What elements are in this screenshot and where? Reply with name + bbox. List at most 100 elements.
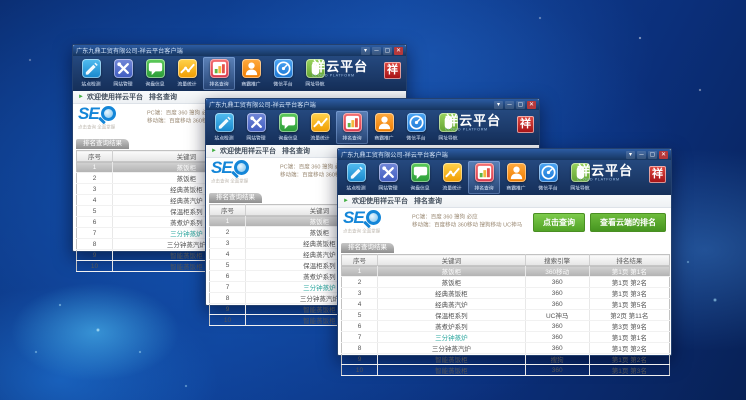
cell-no: 4: [342, 299, 378, 310]
rank-query-icon: [343, 113, 362, 132]
rank-query-icon: [210, 59, 229, 78]
toolbar-item-7[interactable]: 微信平台: [532, 161, 564, 194]
traffic-stats-icon: [178, 59, 197, 78]
maximize-button[interactable]: ▢: [648, 151, 657, 159]
minimize-button[interactable]: ─: [372, 47, 381, 55]
cell-no: 3: [342, 288, 378, 299]
table-row[interactable]: 8三分钟蒸汽炉360第1页 第2名: [342, 343, 670, 354]
toolbar-item-4[interactable]: 流量统计: [171, 57, 203, 90]
query-panel: SE 点击查询 全面掌握 PC端：百度 360 搜狗 必应 移动端：百度移动 3…: [338, 208, 671, 236]
cell-no: 3: [77, 184, 113, 195]
toolbar-item-label: 流量统计: [310, 134, 329, 141]
maximize-button[interactable]: ▢: [383, 47, 392, 55]
cell-keyword: 经典蒸饭柜: [378, 288, 526, 299]
brand-subtitle: CLOUD PLATFORM: [577, 178, 620, 182]
toolbar-item-7[interactable]: 微信平台: [400, 111, 432, 144]
toolbar-item-3[interactable]: 询盘信息: [404, 161, 436, 194]
table-row[interactable]: 10智能蒸饭柜360第1页 第3名: [342, 365, 670, 376]
cell-no: 2: [342, 277, 378, 288]
site-monitor-icon: [215, 113, 234, 132]
wechat-platform-icon: [407, 113, 426, 132]
close-button[interactable]: ✕: [659, 151, 668, 159]
toolbar-item-label: 网址导航: [570, 184, 589, 191]
cell-keyword: 智能蒸饭柜: [378, 354, 526, 365]
window-title: 广东九鼎工贸有限公司-祥云平台客户端: [209, 100, 460, 109]
table-row[interactable]: 4经典蒸汽炉360第1页 第5名: [342, 299, 670, 310]
site-manage-icon: [379, 163, 398, 182]
toolbar-item-2[interactable]: 网站管理: [240, 111, 272, 144]
minimize-button[interactable]: ─: [505, 101, 514, 109]
cell-no: 4: [210, 249, 246, 260]
brand-logo: 祥云平台 CLOUD PLATFORM 祥: [445, 114, 534, 134]
toolbar-item-label: 排名查询: [474, 184, 493, 191]
cell-no: 6: [77, 217, 113, 228]
cell-no: 9: [77, 250, 113, 261]
skin-button[interactable]: ▾: [361, 47, 370, 55]
toolbar-item-5[interactable]: 排名查询: [468, 161, 500, 194]
table-row[interactable]: 3经典蒸饭柜360第1页 第3名: [342, 288, 670, 299]
skin-button[interactable]: ▾: [626, 151, 635, 159]
skin-button[interactable]: ▾: [494, 101, 503, 109]
toolbar-item-5[interactable]: 排名查询: [336, 111, 368, 144]
toolbar-item-2[interactable]: 网站管理: [372, 161, 404, 194]
toolbar-item-5[interactable]: 排名查询: [203, 57, 235, 90]
tab-rank-results[interactable]: 排名查询结果: [341, 243, 394, 253]
table-row[interactable]: 7三分钟蒸炉360第1页 第1名: [342, 332, 670, 343]
cell-no: 6: [210, 271, 246, 282]
tab-rank-results[interactable]: 排名查询结果: [209, 193, 262, 203]
welcome-text: 欢迎使用祥云平台: [352, 196, 408, 206]
toolbar-item-4[interactable]: 流量统计: [436, 161, 468, 194]
toolbar-item-6[interactable]: 商霸推广: [368, 111, 400, 144]
table-row[interactable]: 5保温柜系列UC神马第2页 第11名: [342, 310, 670, 321]
toolbar-item-6[interactable]: 商霸推广: [500, 161, 532, 194]
toolbar-item-3[interactable]: 询盘信息: [272, 111, 304, 144]
mobile-engines-line: 移动端：百度移动 360移动 搜狗移动 UC神马: [412, 222, 522, 230]
table-row[interactable]: 2蒸饭柜360第1页 第2名: [342, 277, 670, 288]
close-button[interactable]: ✕: [394, 47, 403, 55]
window-title: 广东九鼎工贸有限公司-祥云平台客户端: [76, 46, 327, 55]
toolbar-item-4[interactable]: 流量统计: [304, 111, 336, 144]
cell-no: 3: [210, 238, 246, 249]
header-no: 序号: [210, 205, 246, 216]
toolbar-item-6[interactable]: 商霸推广: [235, 57, 267, 90]
brand-logo: 祥云平台 CLOUD PLATFORM 祥: [577, 164, 666, 184]
brand-logo: 祥云平台 CLOUD PLATFORM 祥: [312, 60, 401, 80]
query-button[interactable]: 点击查询: [533, 213, 585, 232]
header-rank: 排名结果: [589, 255, 669, 266]
toolbar-item-7[interactable]: 微信平台: [267, 57, 299, 90]
window-titlebar[interactable]: 广东九鼎工贸有限公司-祥云平台客户端 ▾ ─ ▢ ✕: [338, 149, 671, 160]
table-row[interactable]: 9智能蒸饭柜搜狗第1页 第2名: [342, 354, 670, 365]
toolbar-item-1[interactable]: 站点检测: [75, 57, 107, 90]
window-titlebar[interactable]: 广东九鼎工贸有限公司-祥云平台客户端 ▾ ─ ▢ ✕: [206, 99, 539, 110]
seo-logo: SE 点击查询 全面掌握: [343, 209, 407, 236]
breadcrumb: 排名查询: [149, 92, 177, 102]
cell-rank: 第1页 第2名: [589, 354, 669, 365]
minimize-button[interactable]: ─: [637, 151, 646, 159]
table-row[interactable]: 1蒸饭柜360移动第1页 第1名: [342, 266, 670, 277]
toolbar-item-3[interactable]: 询盘信息: [139, 57, 171, 90]
seo-slogan: 点击查询 全面掌握: [78, 123, 126, 130]
toolbar-items: 站点检测网站管理询盘信息流量统计排名查询商霸推广微信平台网址导航: [340, 160, 596, 195]
tab-rank-results[interactable]: 排名查询结果: [76, 139, 129, 149]
toolbar-item-label: 微信平台: [406, 134, 425, 141]
toolbar-item-2[interactable]: 网站管理: [107, 57, 139, 90]
view-cloud-rank-button[interactable]: 查看云端的排名: [590, 213, 666, 232]
toolbar-item-label: 微信平台: [273, 80, 292, 87]
cell-rank: 第1页 第3名: [589, 288, 669, 299]
traffic-stats-icon: [443, 163, 462, 182]
cell-no: 10: [77, 261, 113, 272]
table-row[interactable]: 6蒸煮炉系列360第3页 第9名: [342, 321, 670, 332]
cell-keyword: 智能蒸饭柜: [378, 365, 526, 376]
header-keyword: 关键词: [378, 255, 526, 266]
close-button[interactable]: ✕: [527, 101, 536, 109]
cell-no: 9: [210, 304, 246, 315]
window-titlebar[interactable]: 广东九鼎工贸有限公司-祥云平台客户端 ▾ ─ ▢ ✕: [73, 45, 406, 56]
main-toolbar: 站点检测网站管理询盘信息流量统计排名查询商霸推广微信平台网址导航 祥云平台 CL…: [206, 110, 539, 145]
toolbar-item-label: 站点检测: [214, 134, 233, 141]
maximize-button[interactable]: ▢: [516, 101, 525, 109]
toolbar-item-1[interactable]: 站点检测: [340, 161, 372, 194]
toolbar-item-label: 商霸推广: [374, 134, 393, 141]
cell-no: 5: [342, 310, 378, 321]
toolbar-item-1[interactable]: 站点检测: [208, 111, 240, 144]
cell-rank: 第1页 第3名: [589, 365, 669, 376]
